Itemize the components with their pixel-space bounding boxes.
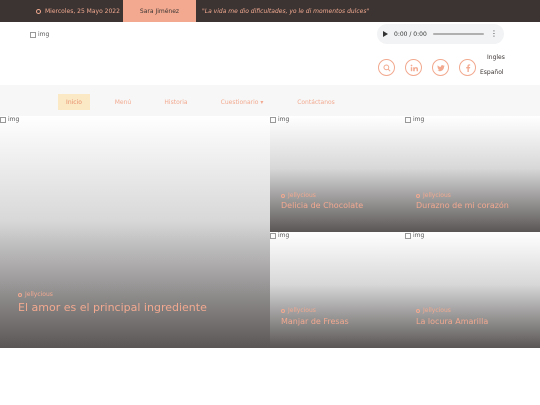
post-card[interactable]: img Jellycious Delicia de Chocolate (270, 116, 405, 232)
nav-item-inicio[interactable]: Inicio (58, 94, 90, 110)
post-card[interactable]: img Jellycious Durazno de mi corazón (405, 116, 540, 232)
post-title[interactable]: Manjar de Fresas (281, 317, 349, 326)
audio-player[interactable]: 0:00 / 0:00 ⋮ (377, 24, 504, 44)
post-category-label: Jellycious (25, 291, 53, 298)
post-category[interactable]: Jellycious (281, 307, 316, 314)
linkedin-icon[interactable] (405, 59, 422, 76)
post-image: img (270, 232, 289, 239)
post-category-label: Jellycious (288, 192, 316, 199)
post-card[interactable]: img Jellycious Manjar de Fresas (270, 232, 405, 348)
broken-image-icon (30, 31, 36, 38)
post-category[interactable]: Jellycious (281, 192, 316, 199)
post-image-alt: img (413, 116, 425, 123)
date-text: Miercoles, 25 Mayo 2022 (45, 7, 120, 15)
post-image: img (270, 116, 289, 123)
clock-icon (416, 308, 420, 313)
post-title[interactable]: El amor es el principal ingrediente (18, 301, 207, 314)
post-category-label: Jellycious (423, 192, 451, 199)
clock-icon (416, 193, 420, 198)
audio-time: 0:00 / 0:00 (394, 30, 427, 38)
language-english[interactable]: Ingles (487, 54, 505, 61)
clock-icon (36, 8, 41, 14)
facebook-icon[interactable] (459, 59, 476, 76)
broken-image-icon (270, 232, 276, 239)
author-badge[interactable]: Sara Jiménez (123, 0, 196, 22)
post-title[interactable]: La locura Amarilla (416, 317, 488, 326)
more-options-icon[interactable]: ⋮ (490, 30, 498, 38)
broken-image-icon (270, 116, 276, 123)
clock-icon (281, 193, 285, 198)
audio-progress-bar[interactable] (432, 33, 484, 35)
post-category-label: Jellycious (423, 307, 451, 314)
post-title[interactable]: Durazno de mi corazón (416, 201, 509, 210)
language-spanish[interactable]: Español (480, 69, 504, 76)
clock-icon (18, 292, 22, 297)
post-image-alt: img (278, 116, 290, 123)
post-title[interactable]: Delicia de Chocolate (281, 201, 363, 210)
post-category-label: Jellycious (288, 307, 316, 314)
featured-post-card[interactable]: img Jellycious El amor es el principal i… (0, 116, 270, 348)
post-category[interactable]: Jellycious (416, 307, 451, 314)
broken-image-icon (405, 116, 411, 123)
post-category[interactable]: Jellycious (416, 192, 451, 199)
post-image: img (405, 232, 424, 239)
date-display: Miercoles, 25 Mayo 2022 (36, 0, 120, 22)
post-category[interactable]: Jellycious (18, 291, 53, 298)
nav-item-contactanos[interactable]: Contáctanos (292, 94, 340, 110)
post-image: img (405, 116, 424, 123)
top-bar: Miercoles, 25 Mayo 2022 Sara Jiménez "La… (0, 0, 540, 29)
nav-item-menu[interactable]: Menú (108, 94, 138, 110)
main-nav: Inicio Menú Historia Cuestionario ▾ Cont… (0, 85, 540, 116)
twitter-icon[interactable] (432, 59, 449, 76)
broken-image-icon (405, 232, 411, 239)
site-logo[interactable]: img (30, 31, 49, 38)
post-image: img (0, 116, 19, 123)
play-icon[interactable] (383, 31, 388, 37)
logo-alt-text: img (38, 31, 50, 38)
post-image-alt: img (278, 232, 290, 239)
post-image-alt: img (8, 116, 20, 123)
post-card[interactable]: img Jellycious La locura Amarilla (405, 232, 540, 348)
search-icon[interactable] (378, 59, 395, 76)
broken-image-icon (0, 116, 6, 123)
site-header: img 0:00 / 0:00 ⋮ Ingles Español (0, 22, 540, 85)
nav-item-historia[interactable]: Historia (160, 94, 192, 110)
clock-icon (281, 308, 285, 313)
post-image-alt: img (413, 232, 425, 239)
tagline-quote: "La vida me dio dificultades, yo le di m… (202, 7, 370, 15)
nav-item-cuestionario[interactable]: Cuestionario ▾ (216, 94, 268, 110)
